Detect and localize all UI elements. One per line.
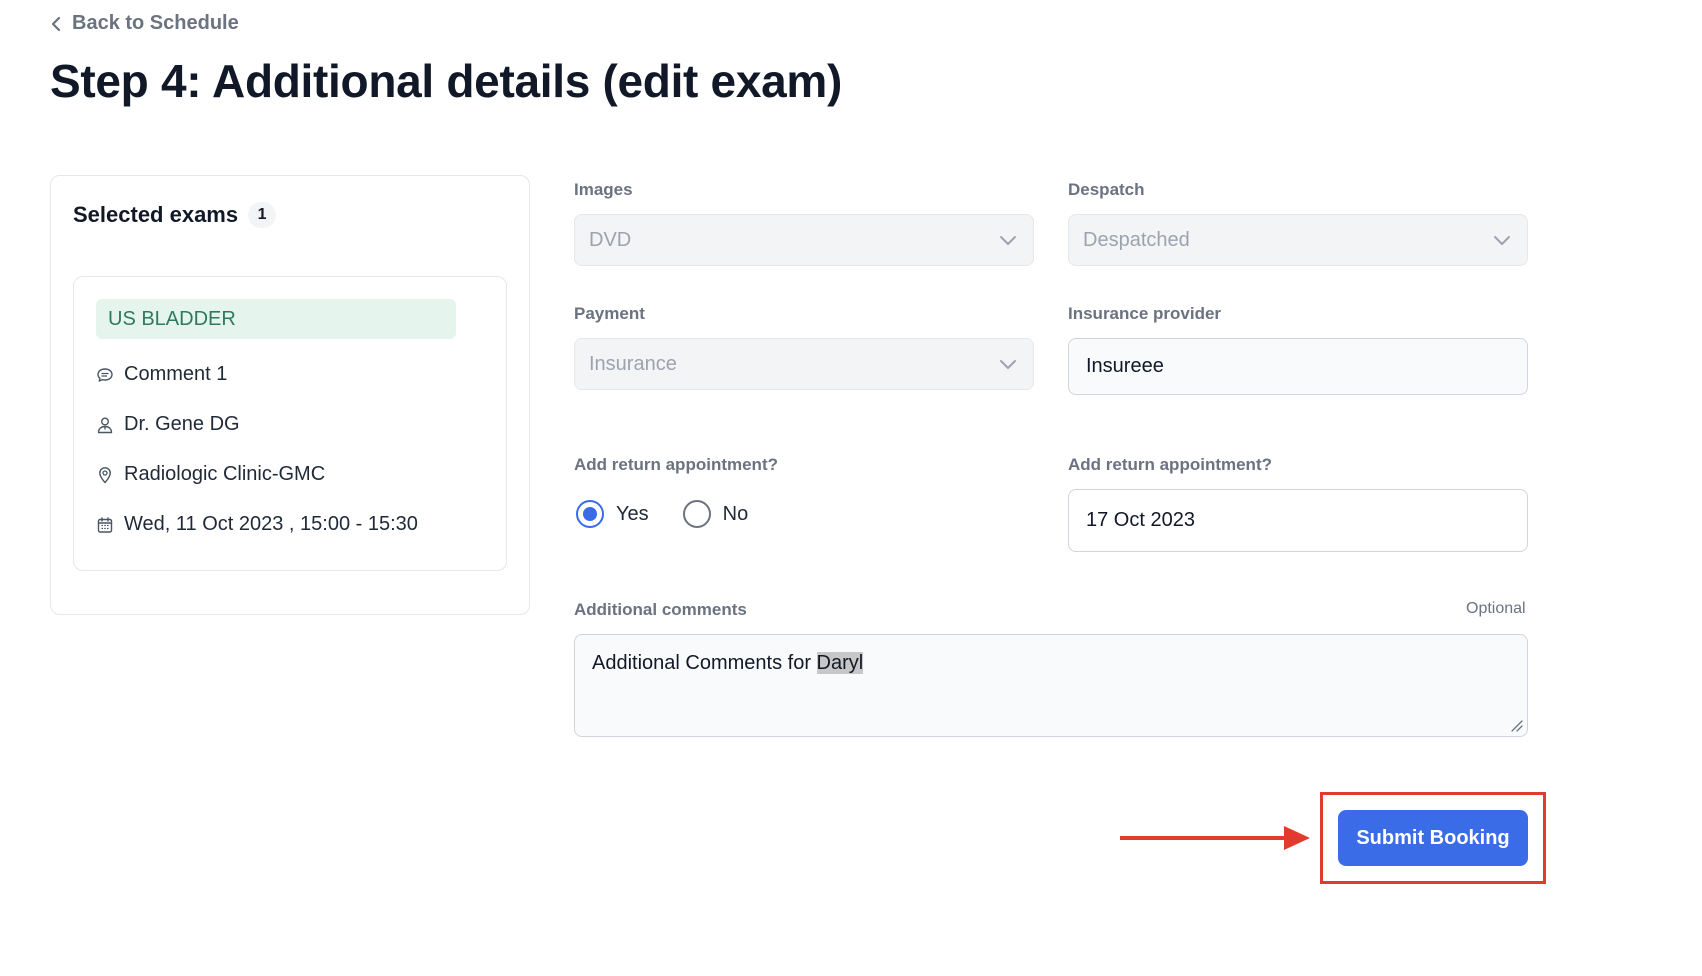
selected-exams-header: Selected exams 1 <box>73 202 277 228</box>
exam-datetime: Wed, 11 Oct 2023 , 15:00 - 15:30 <box>124 513 418 535</box>
selected-exams-count-badge: 1 <box>248 202 277 228</box>
additional-comments-selected-text: Daryl <box>816 652 864 674</box>
submit-booking-button[interactable]: Submit Booking <box>1338 810 1528 866</box>
despatch-label: Despatch <box>1068 180 1145 199</box>
insurance-provider-label: Insurance provider <box>1068 304 1222 323</box>
chevron-down-icon <box>1000 360 1016 369</box>
selected-exams-title: Selected exams <box>73 202 239 227</box>
exam-comment: Comment 1 <box>124 363 228 385</box>
exam-datetime-row: Wed, 11 Oct 2023 , 15:00 - 15:30 <box>96 513 418 536</box>
return-appointment-radio-group: Yes No <box>576 500 748 528</box>
images-select-value: DVD <box>589 228 632 251</box>
additional-comments-text: Additional Comments for <box>592 652 817 674</box>
return-appointment-label: Add return appointment? <box>574 455 778 474</box>
back-link-label: Back to Schedule <box>72 12 239 34</box>
user-icon <box>97 417 113 433</box>
exam-doctor: Dr. Gene DG <box>124 413 240 435</box>
additional-comments-label: Additional comments <box>574 600 747 619</box>
return-appointment-yes[interactable]: Yes <box>576 500 649 528</box>
exam-comment-row: Comment 1 <box>96 363 227 386</box>
back-to-schedule-link[interactable]: Back to Schedule <box>50 12 239 35</box>
location-pin-icon <box>99 466 111 483</box>
despatch-select[interactable]: Despatched <box>1068 214 1528 266</box>
return-date-value: 17 Oct 2023 <box>1086 509 1195 531</box>
return-appointment-no[interactable]: No <box>682 500 749 528</box>
images-label: Images <box>574 180 633 199</box>
radio-yes-label: Yes <box>616 502 649 525</box>
page-title: Step 4: Additional details (edit exam) <box>50 55 843 107</box>
images-select[interactable]: DVD <box>574 214 1034 266</box>
radio-no-unchecked[interactable] <box>682 500 711 528</box>
exam-card: US BLADDER Comment 1 Dr. Gene DG Radiolo… <box>73 276 507 571</box>
optional-label: Optional <box>1466 600 1526 617</box>
resize-handle-icon[interactable] <box>1509 718 1523 732</box>
comment-icon <box>97 367 113 382</box>
exam-name-tag: US BLADDER <box>96 299 456 339</box>
exam-location-row: Radiologic Clinic-GMC <box>96 463 325 486</box>
additional-comments-textarea[interactable]: Additional Comments for Daryl <box>574 634 1528 737</box>
chevron-down-icon <box>1494 236 1510 245</box>
despatch-select-value: Despatched <box>1083 228 1190 251</box>
selected-exams-panel: Selected exams 1 US BLADDER Comment 1 Dr… <box>50 175 530 615</box>
payment-select-value: Insurance <box>589 352 677 375</box>
radio-no-label: No <box>722 502 749 525</box>
radio-yes-checked[interactable] <box>576 500 604 528</box>
insurance-provider-value: Insureee <box>1086 355 1164 377</box>
arrow-right-icon <box>1120 826 1310 850</box>
exam-location: Radiologic Clinic-GMC <box>124 463 326 485</box>
chevron-down-icon <box>1000 236 1016 245</box>
exam-doctor-row: Dr. Gene DG <box>96 413 240 436</box>
calendar-icon <box>97 516 113 533</box>
chevron-left-icon <box>51 16 61 31</box>
payment-select[interactable]: Insurance <box>574 338 1034 390</box>
return-date-input[interactable]: 17 Oct 2023 <box>1068 489 1528 552</box>
payment-label: Payment <box>574 304 645 323</box>
insurance-provider-input[interactable]: Insureee <box>1068 338 1528 395</box>
return-date-label: Add return appointment? <box>1068 455 1272 474</box>
